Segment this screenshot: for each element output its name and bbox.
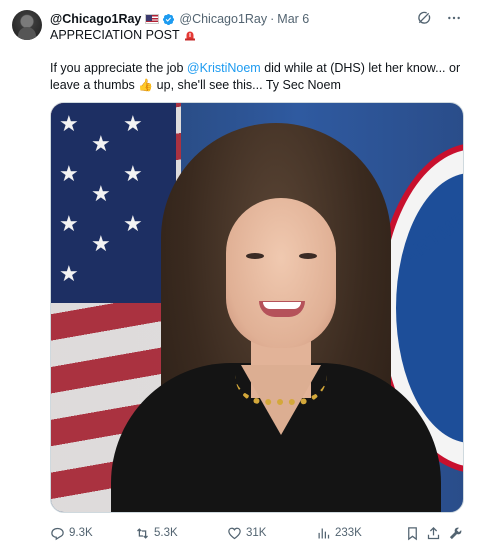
- avatar[interactable]: [12, 10, 42, 40]
- flag-star: ★: [59, 261, 79, 286]
- display-name[interactable]: @Chicago1Ray: [50, 12, 141, 26]
- heart-icon: [228, 527, 241, 539]
- us-flag-icon: [145, 14, 160, 24]
- post-heading: APPRECIATION POST: [50, 28, 180, 42]
- retweet-button[interactable]: 5.3K: [135, 526, 178, 541]
- bookmark-button[interactable]: [405, 526, 424, 541]
- top-right-actions: [416, 10, 462, 26]
- post-text: If you appreciate the job @KristiNoem di…: [50, 60, 470, 94]
- bookmark-icon: [408, 526, 417, 540]
- views-count: 233K: [335, 527, 362, 539]
- action-bar: 9.3K 5.3K 31K 233K: [50, 524, 464, 542]
- handle[interactable]: @Chicago1Ray: [179, 12, 267, 26]
- views-chart-icon: [318, 528, 330, 538]
- portrait-eye: [299, 253, 317, 259]
- reply-button[interactable]: 9.3K: [50, 526, 93, 541]
- flag-star: ★: [59, 111, 79, 136]
- tweet: @Chicago1Ray @Chicago1Ray · Mar 6 APPREC…: [0, 0, 478, 551]
- post-image[interactable]: ★ ★ ★ ★ ★ ★ ★ ★ ★ ★ ARTMEN: [50, 102, 464, 513]
- post-date[interactable]: Mar 6: [277, 12, 309, 26]
- post-text-part: up, she'll see this... Ty Sec Noem: [153, 78, 341, 92]
- wrench-icon: [449, 527, 462, 539]
- grok-icon[interactable]: [416, 10, 432, 26]
- flag-star: ★: [123, 111, 143, 136]
- post-text-part: If you appreciate the job: [50, 61, 187, 75]
- flag-star: ★: [123, 211, 143, 236]
- thumbs-up-emoji: 👍: [138, 78, 154, 92]
- mention-link[interactable]: @KristiNoem: [187, 61, 261, 75]
- separator-dot: ·: [270, 12, 275, 26]
- reply-count: 9.3K: [69, 527, 93, 539]
- like-button[interactable]: 31K: [227, 526, 266, 541]
- like-count: 31K: [246, 527, 267, 539]
- tweet-header: @Chicago1Ray @Chicago1Ray · Mar 6: [50, 10, 309, 28]
- retweet-count: 5.3K: [154, 527, 178, 539]
- verified-badge-icon: [162, 13, 175, 26]
- share-button[interactable]: [426, 526, 445, 541]
- flag-star: ★: [123, 161, 143, 186]
- flag-star: ★: [91, 131, 111, 156]
- post-heading-line: APPRECIATION POST: [50, 28, 196, 42]
- retweet-icon: [137, 527, 148, 539]
- flag-star: ★: [91, 231, 111, 256]
- flag-star: ★: [59, 211, 79, 236]
- portrait-face: [226, 198, 336, 348]
- more-icon[interactable]: [446, 10, 462, 26]
- share-icon: [427, 526, 440, 539]
- portrait-teeth: [263, 302, 301, 309]
- portrait-eye: [246, 253, 264, 259]
- flag-star: ★: [59, 161, 79, 186]
- flag-star: ★: [91, 181, 111, 206]
- siren-icon: [184, 29, 196, 41]
- tool-button[interactable]: [448, 526, 467, 541]
- views-button[interactable]: 233K: [316, 526, 362, 541]
- reply-icon: [51, 527, 64, 540]
